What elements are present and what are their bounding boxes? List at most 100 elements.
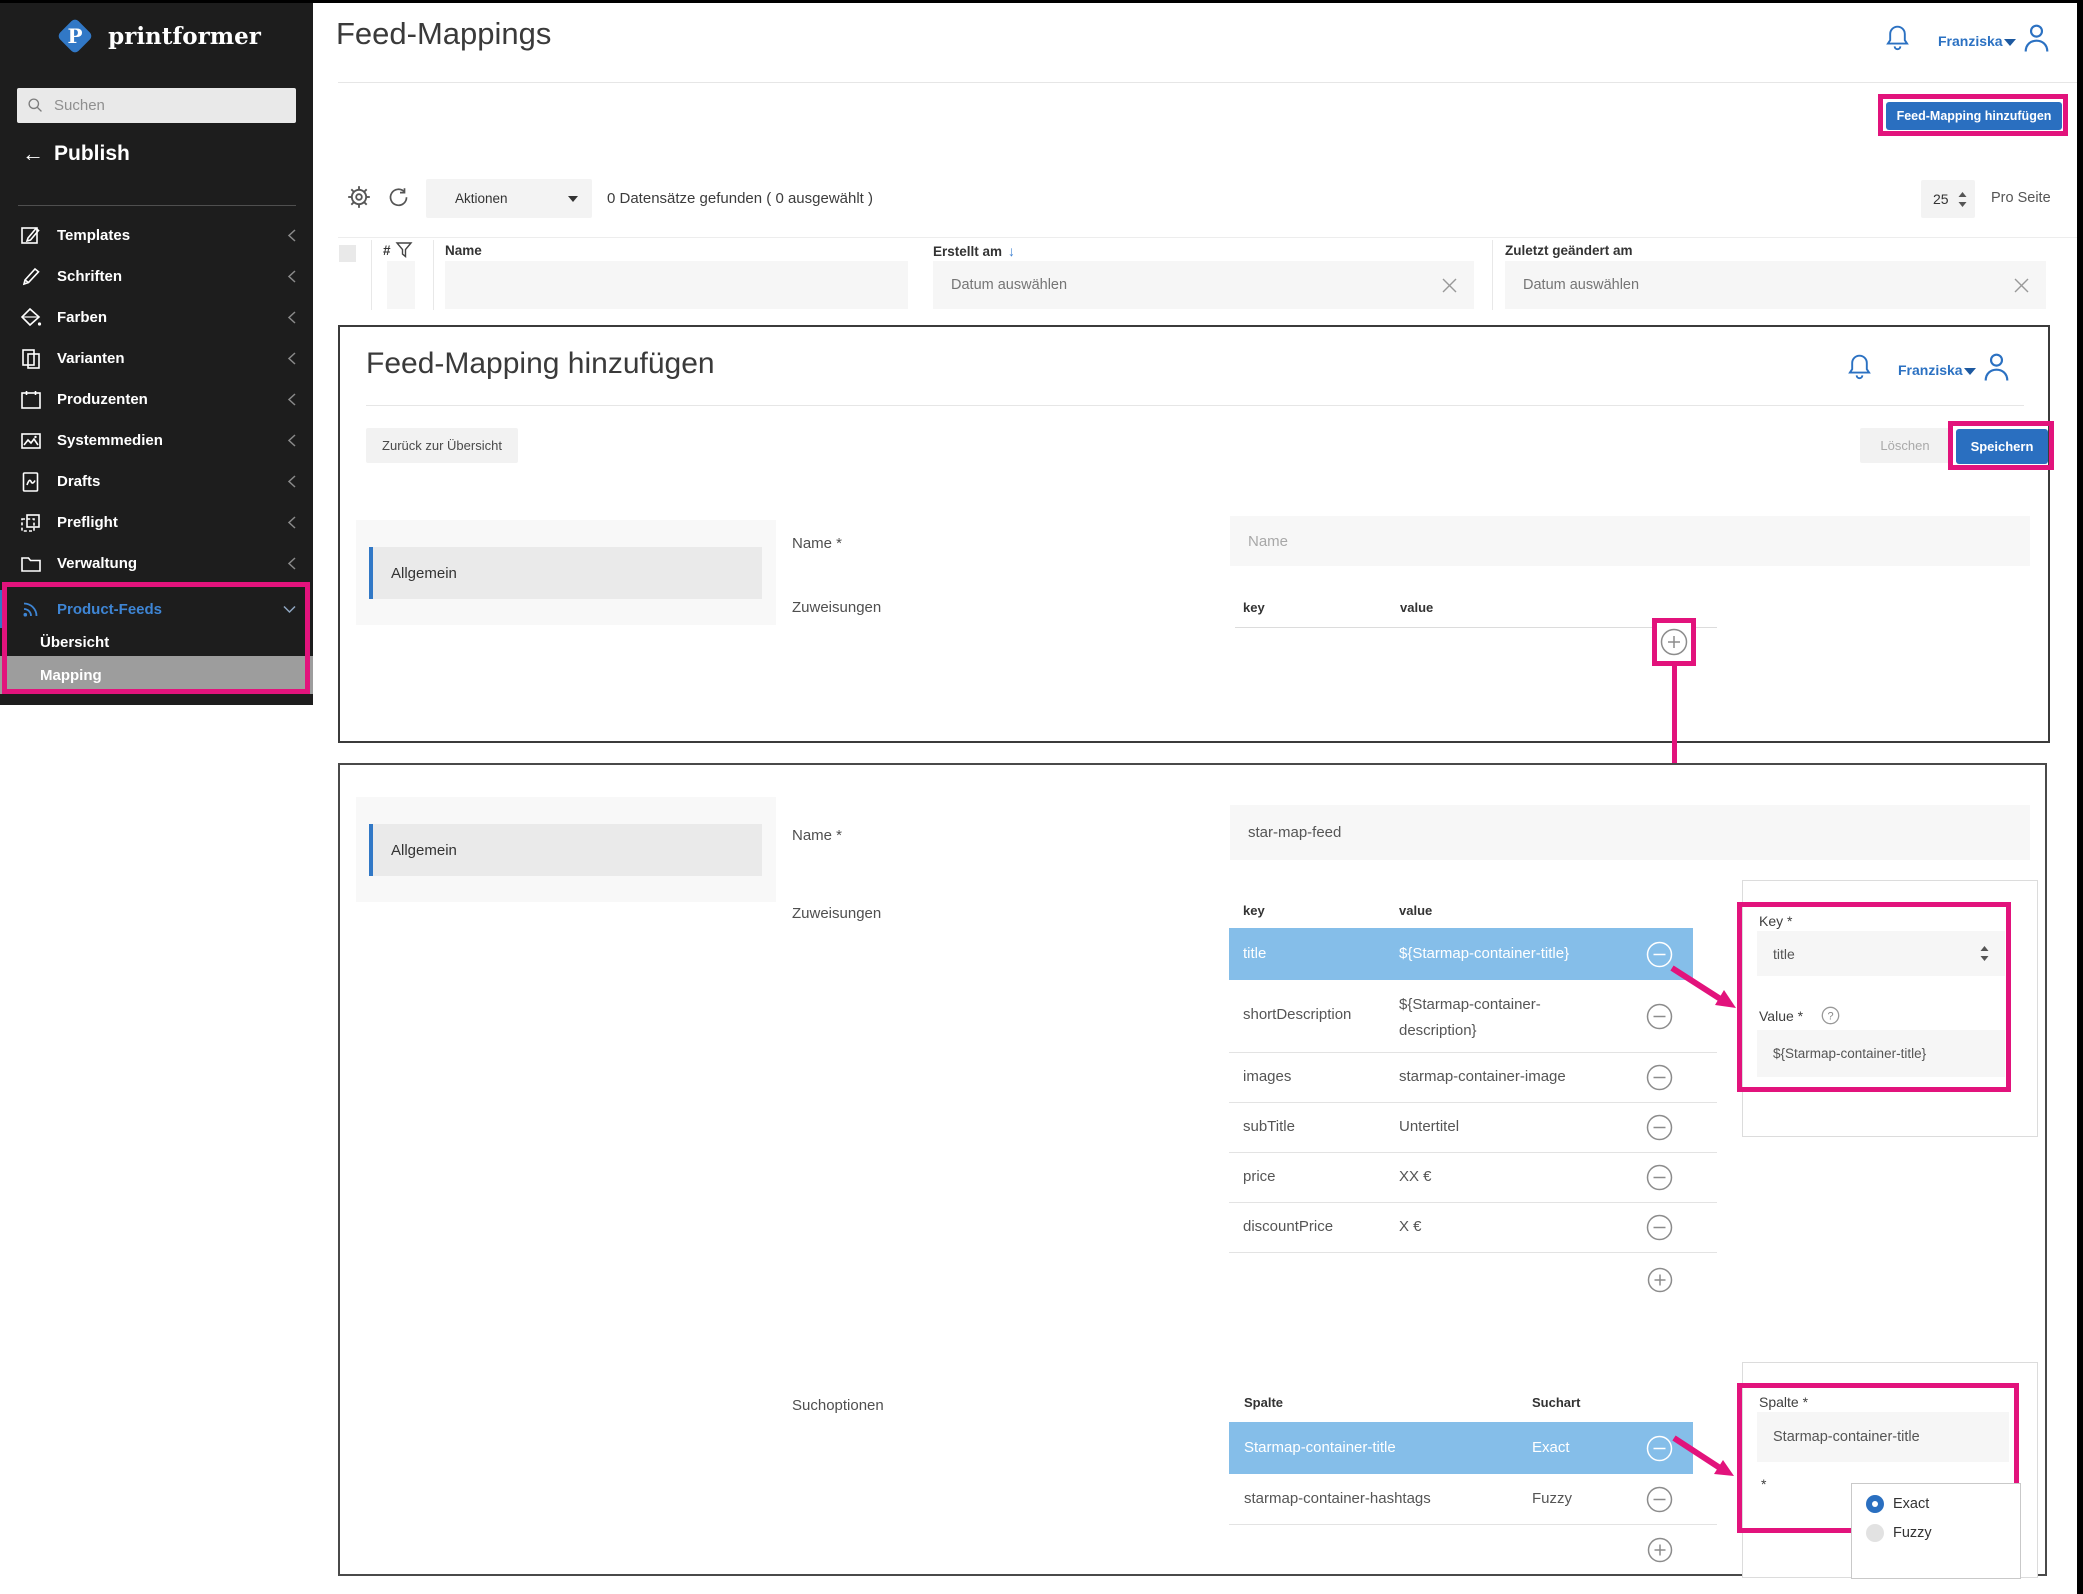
annotation-box-add-assignment (1652, 618, 1696, 666)
tab-allgemein[interactable]: Allgemein (369, 547, 762, 599)
minus-icon[interactable] (1646, 1064, 1673, 1091)
per-page-select[interactable]: 25 (1921, 180, 1975, 218)
tab-list: Allgemein (356, 797, 776, 902)
tab-allgemein[interactable]: Allgemein (369, 824, 762, 876)
user-caret-icon[interactable] (1964, 368, 1976, 375)
created-date-filter[interactable] (933, 261, 1474, 309)
chevron-left-icon (287, 474, 297, 489)
bell-icon[interactable] (1846, 352, 1873, 383)
user-name[interactable]: Franziska (1898, 362, 1963, 378)
key-select[interactable]: title (1757, 931, 2005, 976)
calendar-icon (18, 388, 44, 412)
plus-icon[interactable] (1647, 1267, 1673, 1293)
radio-selected-icon[interactable] (1866, 1495, 1884, 1513)
assignments-divider (1235, 627, 1717, 628)
modified-date-filter[interactable] (1505, 261, 2046, 309)
modified-column-header[interactable]: Zuletzt geändert am (1505, 243, 1633, 258)
logo[interactable]: P printformer (0, 10, 313, 62)
assignment-row-selected[interactable]: title ${Starmap-container-title} (1229, 928, 1693, 980)
search-option-row-selected[interactable]: Starmap-container-title Exact (1229, 1422, 1693, 1474)
assignment-row[interactable]: shortDescription ${Starmap-container-des… (1229, 980, 1719, 1052)
chevron-left-icon (287, 392, 297, 407)
sidebar-item-systemmedien[interactable]: Systemmedien (0, 420, 313, 461)
sidebar-item-verwaltung[interactable]: Verwaltung (0, 543, 313, 584)
id-column-header[interactable]: # (383, 243, 391, 258)
minus-icon[interactable] (1646, 1214, 1673, 1241)
name-field-label: Name * (792, 827, 842, 844)
key-header: key (1243, 903, 1265, 918)
name-field[interactable] (1230, 805, 2030, 860)
sidebar-item-preflight[interactable]: Preflight (0, 502, 313, 543)
assignment-row[interactable]: images starmap-container-image (1229, 1052, 1719, 1102)
user-name[interactable]: Franziska (1938, 33, 2003, 49)
radio-option-exact[interactable]: Exact (1866, 1495, 2020, 1513)
created-date-input[interactable] (949, 276, 1441, 294)
back-to-publish[interactable]: ← Publish (22, 142, 130, 166)
save-button[interactable]: Speichern (1956, 429, 2048, 464)
name-filter-input[interactable] (445, 261, 908, 309)
radio-unselected-icon[interactable] (1866, 1524, 1884, 1542)
spalte-input[interactable]: Starmap-container-title (1757, 1412, 2009, 1462)
value-header: value (1400, 600, 1433, 615)
header-divider (338, 82, 2077, 83)
toolbar-divider (338, 237, 2077, 238)
search-option-row[interactable]: starmap-container-hashtags Fuzzy (1229, 1474, 1719, 1524)
sidebar-item-templates[interactable]: Templates (0, 215, 313, 256)
name-field[interactable] (1230, 516, 2030, 566)
sidebar-item-farben[interactable]: Farben (0, 297, 313, 338)
clear-icon[interactable] (2013, 277, 2030, 294)
sidebar-item-drafts[interactable]: Drafts (0, 461, 313, 502)
sidebar: P printformer ← Publish Templates Schrif… (0, 0, 313, 705)
select-all-checkbox[interactable] (339, 245, 356, 262)
assignment-edit-popup: Key * title Value * ? ${Starmap-containe… (1742, 880, 2038, 1137)
plus-icon[interactable] (1660, 628, 1688, 656)
screenshot-border-top (0, 0, 2083, 3)
plus-icon[interactable] (1647, 1537, 1673, 1563)
name-input[interactable] (1246, 532, 2014, 551)
sidebar-item-varianten[interactable]: Varianten (0, 338, 313, 379)
clear-icon[interactable] (1441, 277, 1458, 294)
per-page-label: Pro Seite (1991, 190, 2051, 206)
minus-icon[interactable] (1646, 1164, 1673, 1191)
name-input[interactable] (1246, 823, 2014, 842)
updown-icon (1980, 946, 1989, 961)
help-icon[interactable]: ? (1821, 1006, 1840, 1025)
assignment-row[interactable]: price XX € (1229, 1152, 1719, 1202)
id-filter-cell[interactable] (387, 261, 415, 309)
sidebar-divider (18, 205, 296, 206)
spalte-field-label: Spalte * (1759, 1394, 1808, 1410)
sidebar-item-produzenten[interactable]: Produzenten (0, 379, 313, 420)
add-feed-mapping-button[interactable]: Feed-Mapping hinzufügen (1886, 102, 2062, 130)
bell-icon[interactable] (1884, 23, 1911, 54)
chevron-left-icon (287, 351, 297, 366)
user-icon[interactable] (1981, 350, 2012, 383)
sidebar-search[interactable] (17, 88, 296, 123)
annotation-box-product-feeds (2, 582, 310, 694)
delete-button[interactable]: Löschen (1860, 428, 1950, 463)
annotation-arrow-key-popup (1666, 958, 1742, 1020)
user-caret-icon[interactable] (2004, 39, 2016, 46)
back-to-overview-button[interactable]: Zurück zur Übersicht (366, 428, 518, 463)
minus-icon[interactable] (1646, 1486, 1673, 1513)
created-column-header[interactable]: Erstellt am↓ (933, 243, 1015, 259)
suchart-field-label: * (1761, 1476, 1766, 1492)
column-header-suchart: Suchart (1532, 1395, 1580, 1410)
minus-icon[interactable] (1646, 1114, 1673, 1141)
refresh-icon[interactable] (386, 186, 410, 210)
radio-option-fuzzy[interactable]: Fuzzy (1866, 1524, 2020, 1542)
filter-icon[interactable] (395, 241, 413, 262)
value-input[interactable]: ${Starmap-container-title} (1757, 1030, 2005, 1077)
folder-icon (18, 552, 44, 576)
assignment-row[interactable]: subTitle Untertitel (1229, 1102, 1719, 1152)
gear-icon[interactable] (346, 184, 372, 210)
row-divider (1229, 1524, 1717, 1525)
modified-date-input[interactable] (1521, 276, 2013, 294)
user-icon[interactable] (2021, 21, 2052, 54)
assignment-row[interactable]: discountPrice X € (1229, 1202, 1719, 1252)
name-column-header[interactable]: Name (445, 243, 482, 258)
records-info: 0 Datensätze gefunden ( 0 ausgewählt ) (607, 190, 873, 207)
actions-dropdown[interactable]: Aktionen (426, 179, 592, 218)
search-input[interactable] (52, 96, 286, 115)
template-icon (18, 224, 44, 248)
sidebar-item-schriften[interactable]: Schriften (0, 256, 313, 297)
